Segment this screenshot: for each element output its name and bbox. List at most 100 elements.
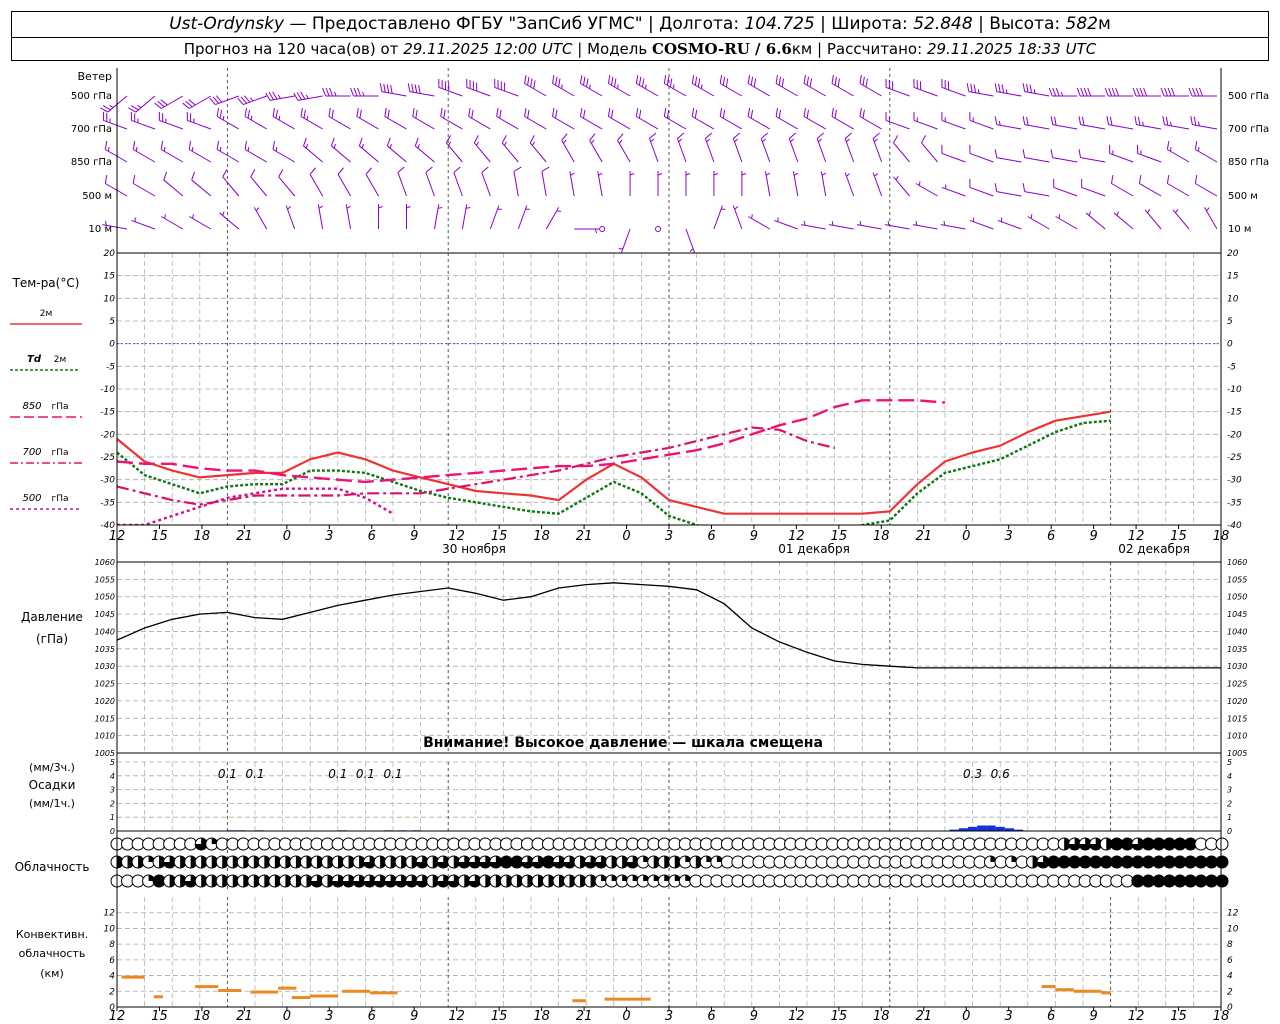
barb-staff	[425, 172, 435, 197]
wind-barb	[216, 107, 240, 130]
barb-half-feather	[192, 214, 194, 219]
wind-barb	[186, 111, 212, 130]
barb-feather	[453, 166, 461, 173]
precip-tick-right: 0	[1227, 827, 1232, 836]
barb-half-feather	[1147, 208, 1151, 214]
barb-feather	[1022, 83, 1026, 92]
barb-feather	[1134, 116, 1137, 125]
conv-segment	[310, 994, 338, 998]
barb-feather	[583, 76, 586, 86]
conv-tick-right: 6	[1227, 956, 1233, 966]
wind-barb	[350, 87, 379, 97]
barb-feather	[293, 92, 299, 101]
wind-barb	[1194, 140, 1218, 163]
precip-bar	[995, 826, 1005, 831]
barb-half-feather	[1197, 121, 1200, 126]
barb-feather	[1139, 87, 1144, 97]
barb-half-feather	[765, 172, 771, 176]
wind-barb	[764, 171, 771, 197]
barb-feather	[753, 78, 757, 88]
temp-time-label: 3	[665, 529, 673, 544]
barb-feather	[524, 107, 527, 117]
precip-title: Осадки	[29, 778, 76, 792]
conv-tick-left: 6	[109, 956, 115, 966]
wind-barb	[969, 217, 994, 230]
conv-tick-right: 10	[1227, 924, 1239, 934]
wind-barb	[657, 171, 663, 196]
cloud-title: Облачность	[15, 860, 90, 874]
wind-barb	[1132, 87, 1162, 97]
barb-feather	[803, 74, 806, 84]
barb-feather	[329, 87, 334, 97]
wind-barb	[913, 111, 938, 130]
precip-3h-label: 0.1	[383, 767, 402, 781]
wind-barb	[219, 211, 240, 230]
barb-half-feather	[678, 138, 683, 143]
wind-barb	[599, 226, 606, 232]
temp-tick-right: -20	[1227, 430, 1242, 440]
barb-feather	[635, 74, 639, 84]
barb-feather	[552, 107, 555, 117]
barb-staff	[453, 172, 463, 197]
barb-feather	[788, 132, 797, 139]
barb-staff	[216, 149, 240, 163]
conv-segment	[218, 989, 242, 992]
wind-barb	[160, 140, 184, 163]
barb-staff	[913, 86, 938, 97]
barb-feather	[272, 140, 275, 150]
barb-staff	[1052, 124, 1078, 130]
wind-barb	[265, 91, 295, 101]
temp-time-label: 21	[576, 529, 593, 544]
wind-barb	[300, 107, 323, 130]
barb-feather	[831, 74, 834, 84]
wind-level-label-left: 700 гПа	[71, 124, 112, 135]
wind-barb	[130, 111, 156, 130]
barb-feather	[501, 135, 507, 144]
precip-3h-label: 0.1	[218, 767, 237, 781]
barb-feather	[358, 137, 363, 147]
barb-feather	[384, 107, 387, 117]
barb-staff	[941, 86, 966, 97]
barb-feather	[677, 132, 685, 139]
barb-feather	[1050, 116, 1054, 125]
wind-barb	[741, 171, 747, 196]
barb-feather	[1054, 116, 1057, 126]
barb-feather	[386, 84, 390, 93]
barb-staff	[921, 142, 938, 163]
barb-feather	[747, 74, 751, 84]
barb-feather	[353, 87, 358, 97]
conv-tick-left: 8	[109, 940, 115, 950]
barb-staff	[541, 171, 547, 197]
barb-half-feather	[629, 173, 635, 176]
conv-time-label: 3	[1005, 1009, 1013, 1024]
conv-time-label: 9	[1089, 1009, 1097, 1024]
wind-barb	[788, 132, 799, 163]
barb-staff	[996, 91, 1022, 97]
barb-feather	[473, 135, 479, 144]
conv-tick-left: 4	[109, 972, 115, 982]
barb-half-feather	[561, 84, 563, 89]
wind-barb	[820, 171, 827, 197]
barb-feather	[1115, 87, 1120, 97]
barb-staff	[996, 191, 1022, 197]
barb-feather	[994, 83, 998, 92]
barb-feather	[694, 76, 698, 86]
conv-tick-right: 4	[1227, 972, 1233, 982]
wind-barb	[859, 107, 882, 130]
wind-barb	[1106, 116, 1134, 130]
temp-time-label: 3	[1005, 529, 1013, 544]
wind-barb	[244, 107, 267, 130]
wind-barb	[1111, 174, 1134, 197]
barb-staff	[692, 83, 715, 97]
barb-feather	[579, 107, 583, 117]
barb-staff	[760, 138, 771, 163]
barb-half-feather	[1175, 208, 1179, 214]
barb-staff	[381, 91, 407, 97]
barb-half-feather	[378, 206, 383, 209]
precip-unit-3h: (мм/3ч.)	[29, 761, 75, 774]
wind-barb	[433, 204, 443, 230]
cloud-circle	[1215, 837, 1229, 851]
barb-half-feather	[1142, 121, 1144, 126]
wind-barb	[803, 107, 826, 130]
conv-segment	[1041, 985, 1056, 989]
